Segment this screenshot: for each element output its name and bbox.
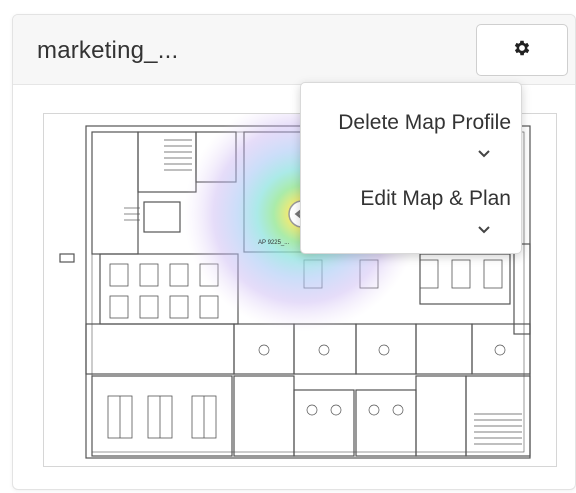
chevron-down-icon <box>477 217 491 241</box>
map-profile-title: marketing_... <box>37 37 179 64</box>
menu-item-delete-map-profile[interactable]: Delete Map Profile <box>301 111 521 158</box>
map-profile-card: marketing_... AP 9225_... Delete Map Pro… <box>12 14 576 490</box>
settings-dropdown-menu: Delete Map Profile Edit Map & Plan <box>300 82 522 254</box>
menu-item-edit-map-plan[interactable]: Edit Map & Plan <box>301 187 521 234</box>
gear-icon <box>512 38 532 63</box>
menu-item-label: Edit Map & Plan <box>360 187 511 210</box>
settings-button[interactable] <box>476 24 568 76</box>
menu-item-label: Delete Map Profile <box>338 111 511 134</box>
access-point-label: AP 9225_... <box>258 240 290 246</box>
card-header: marketing_... <box>13 15 575 85</box>
chevron-down-icon <box>477 141 491 165</box>
